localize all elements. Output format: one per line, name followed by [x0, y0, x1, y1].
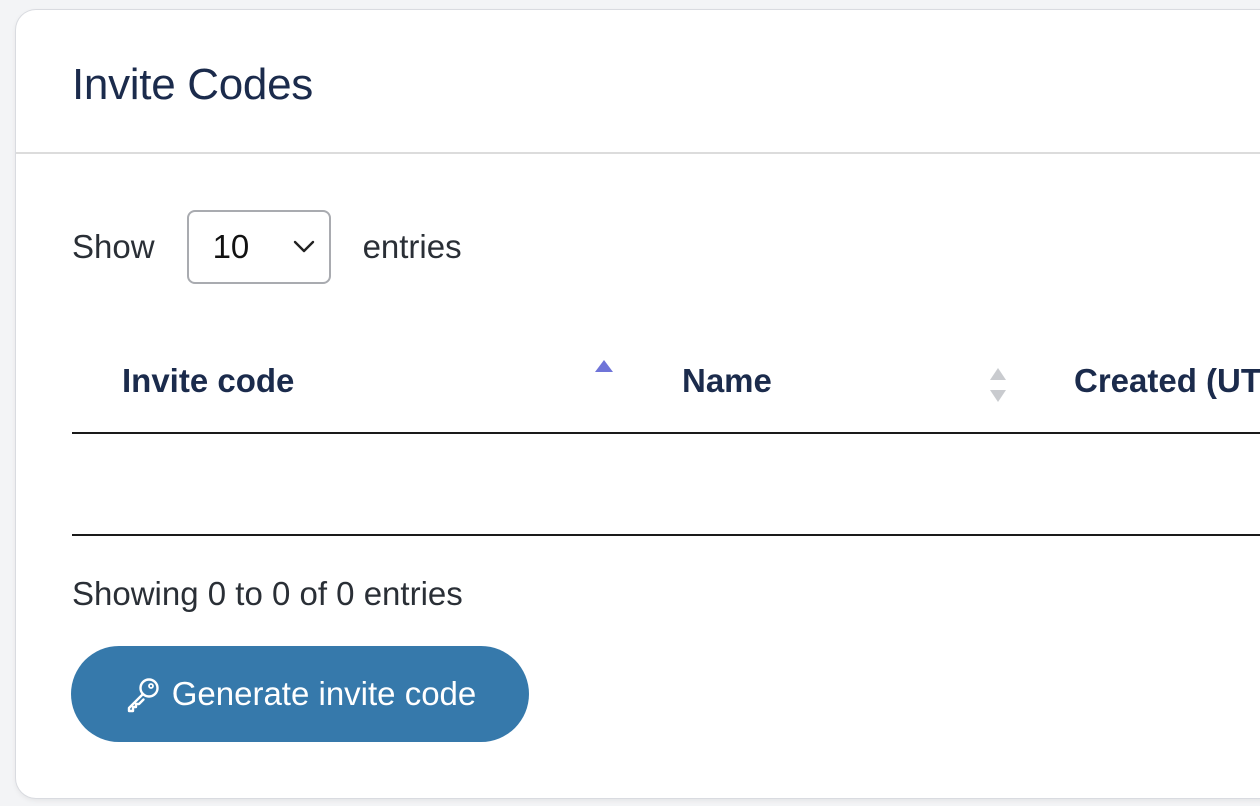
generate-invite-code-label: Generate invite code	[171, 675, 477, 712]
column-header-name[interactable]: Name	[682, 362, 772, 400]
sort-ascending-icon	[595, 360, 613, 372]
chevron-down-icon	[293, 240, 314, 253]
table-body-empty	[72, 434, 1260, 536]
entries-per-page-value: 10	[212, 228, 250, 265]
entries-length-control: Show 10 entries	[72, 208, 462, 286]
entries-per-page-select[interactable]: 10	[186, 210, 331, 284]
card-header: Invite Codes	[16, 10, 1260, 154]
generate-invite-code-button[interactable]: Generate invite code	[71, 646, 529, 742]
invite-codes-card: Invite Codes Show 10 entries Invite code…	[16, 10, 1260, 798]
column-header-created[interactable]: Created (UT	[1074, 362, 1260, 400]
key-icon	[127, 678, 159, 713]
column-header-invite-code[interactable]: Invite code	[122, 362, 294, 400]
table-info: Showing 0 to 0 of 0 entries	[72, 575, 463, 612]
sort-both-icon	[990, 368, 1006, 402]
page-title: Invite Codes	[72, 60, 313, 109]
table-header-row: Invite code Name Created (UT	[72, 330, 1260, 434]
length-prefix-label: Show	[72, 228, 155, 265]
length-suffix-label: entries	[362, 228, 462, 265]
